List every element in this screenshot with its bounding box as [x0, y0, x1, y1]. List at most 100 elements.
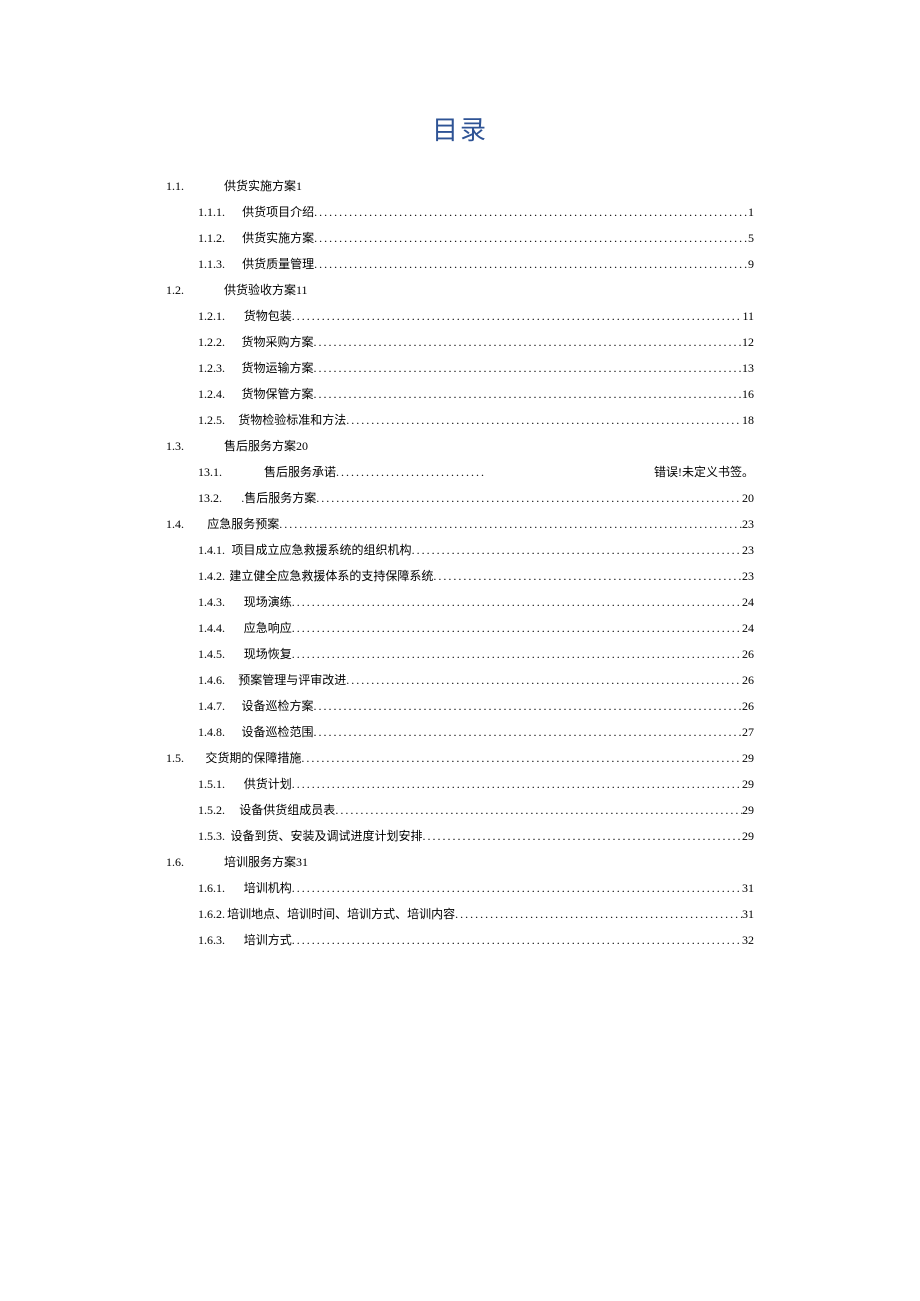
toc-container: 1.1.供货实施方案11.1.1.供货项目介绍11.1.2.供货实施方案51.1…: [166, 173, 754, 953]
toc-entry-label: 设备巡检范围: [242, 719, 314, 745]
toc-entry-page: 13: [742, 355, 754, 381]
toc-entry-number: 1.5.2.: [198, 797, 239, 823]
toc-entry[interactable]: 1.4.7.设备巡检方案26: [198, 693, 754, 719]
toc-leader-dots: [335, 797, 742, 823]
toc-error-text: 错误!未定义书签。: [654, 459, 754, 485]
toc-leader-dots: [279, 511, 742, 537]
toc-entry-number: 1.2.: [166, 277, 224, 303]
toc-leader-dots: [314, 199, 748, 225]
toc-entry[interactable]: 13.2..售后服务方案20: [198, 485, 754, 511]
toc-entry-page: 27: [742, 719, 754, 745]
toc-entry-label: 培训方式: [244, 927, 292, 953]
toc-entry-label: 货物包装: [244, 303, 292, 329]
toc-entry-page: 5: [748, 225, 754, 251]
toc-leader-dots: [292, 875, 742, 901]
toc-entry-label: 设备供货组成员表: [239, 797, 335, 823]
toc-entry[interactable]: 1.4.应急服务预案23: [166, 511, 754, 537]
toc-entry-label: 应急服务预案: [207, 511, 279, 537]
toc-entry[interactable]: 1.5.1.供货计划29: [198, 771, 754, 797]
toc-entry-number: 1.4.2.: [198, 563, 229, 589]
toc-entry[interactable]: 1.3.售后服务方案20: [166, 433, 754, 459]
toc-entry-label: 设备巡检方案: [242, 693, 314, 719]
toc-entry-label: 供货项目介绍: [242, 199, 314, 225]
toc-entry[interactable]: 1.2.供货验收方案11: [166, 277, 754, 303]
toc-entry-page: 9: [748, 251, 754, 277]
toc-entry-label: 交货期的保障措施: [205, 745, 301, 771]
toc-entry[interactable]: 1.4.3.现场演练24: [198, 589, 754, 615]
toc-entry[interactable]: 13.1.售后服务承诺.............................…: [198, 459, 754, 485]
toc-entry-page: 18: [742, 407, 754, 433]
toc-entry[interactable]: 1.4.4.应急响应24: [198, 615, 754, 641]
toc-entry[interactable]: 1.1.2.供货实施方案5: [198, 225, 754, 251]
toc-leader-dots: [292, 303, 743, 329]
toc-entry-label: 供货实施方案1: [224, 173, 302, 199]
toc-entry-label: 建立健全应急救援体系的支持保障系统: [229, 563, 433, 589]
toc-entry[interactable]: 1.1.3.供货质量管理9: [198, 251, 754, 277]
toc-entry-label: 培训服务方案31: [224, 849, 308, 875]
toc-entry[interactable]: 1.4.1.项目成立应急救援系统的组织机构23: [198, 537, 754, 563]
toc-entry[interactable]: 1.1.供货实施方案1: [166, 173, 754, 199]
toc-entry[interactable]: 1.2.1.货物包装11: [198, 303, 754, 329]
toc-entry-label: 培训机构: [244, 875, 292, 901]
toc-leader-dots: [292, 589, 742, 615]
toc-entry-page: 16: [742, 381, 754, 407]
toc-entry[interactable]: 1.2.2.货物采购方案12: [198, 329, 754, 355]
toc-entry-number: 1.5.1.: [198, 771, 244, 797]
toc-entry[interactable]: 1.5.2.设备供货组成员表 29: [198, 797, 754, 823]
toc-entry[interactable]: 1.5.3.设备到货、安装及调试进度计划安排 29: [198, 823, 754, 849]
toc-entry-number: 1.1.3.: [198, 251, 242, 277]
toc-entry-page: 24: [742, 615, 754, 641]
toc-entry-page: 24: [742, 589, 754, 615]
toc-entry-number: 1.6.1.: [198, 875, 244, 901]
toc-leader-dots: [292, 771, 742, 797]
toc-entry-page: 26: [742, 693, 754, 719]
toc-entry[interactable]: 1.4.5.现场恢复26: [198, 641, 754, 667]
toc-entry[interactable]: 1.4.6.预案管理与评审改进26: [198, 667, 754, 693]
toc-entry[interactable]: 1.1.1.供货项目介绍1: [198, 199, 754, 225]
toc-leader-dots: [455, 901, 742, 927]
toc-leader-dots: [301, 745, 742, 771]
toc-entry-page: 29: [742, 823, 754, 849]
toc-entry-label: 售后服务承诺: [264, 459, 336, 485]
toc-entry-number: 1.2.1.: [198, 303, 244, 329]
toc-entry-number: 1.4.8.: [198, 719, 242, 745]
toc-entry-page: 23: [742, 511, 754, 537]
toc-entry-label: 供货验收方案11: [224, 277, 308, 303]
toc-leader-dots: [346, 407, 742, 433]
toc-entry[interactable]: 1.2.5.货物检验标准和方法18: [198, 407, 754, 433]
toc-entry-number: 1.2.2.: [198, 329, 242, 355]
toc-entry-number: 1.3.: [166, 433, 224, 459]
toc-entry-page: 12: [742, 329, 754, 355]
toc-entry-label: 设备到货、安装及调试进度计划安排: [230, 823, 422, 849]
toc-entry[interactable]: 1.6.2.培训地点、培训时间、培训方式、培训内容31: [198, 901, 754, 927]
toc-entry[interactable]: 1.4.8.设备巡检范围 27: [198, 719, 754, 745]
toc-entry-page: 29: [742, 797, 754, 823]
toc-entry[interactable]: 1.2.3.货物运输方案 13: [198, 355, 754, 381]
toc-entry-number: 1.5.: [166, 745, 205, 771]
toc-leader-dots: [314, 329, 742, 355]
toc-entry-label: 货物保管方案: [242, 381, 314, 407]
toc-entry-label: 货物检验标准和方法: [238, 407, 346, 433]
toc-entry[interactable]: 1.2.4.货物保管方案16: [198, 381, 754, 407]
toc-entry-page: 23: [742, 537, 754, 563]
toc-entry-label: 应急响应: [244, 615, 292, 641]
toc-leader-dots: [314, 381, 742, 407]
toc-entry[interactable]: 1.5.交货期的保障措施29: [166, 745, 754, 771]
toc-entry[interactable]: 1.6.1.培训机构31: [198, 875, 754, 901]
toc-entry-number: 1.6.3.: [198, 927, 244, 953]
toc-leader-dots: [314, 251, 748, 277]
toc-entry-number: 1.5.3.: [198, 823, 230, 849]
toc-entry-number: 1.4.6.: [198, 667, 238, 693]
toc-leader-dots: [314, 719, 742, 745]
toc-entry-label: 现场恢复: [244, 641, 292, 667]
toc-entry[interactable]: 1.4.2.建立健全应急救援体系的支持保障系统23: [198, 563, 754, 589]
toc-entry-label: 现场演练: [244, 589, 292, 615]
toc-entry[interactable]: 1.6.3.培训方式32: [198, 927, 754, 953]
toc-leader-dots: [412, 537, 742, 563]
toc-leader-dots: [292, 641, 742, 667]
toc-entry-label: 项目成立应急救援系统的组织机构: [232, 537, 412, 563]
toc-entry-label: 货物运输方案: [242, 355, 314, 381]
toc-entry-number: 1.2.3.: [198, 355, 242, 381]
toc-entry-number: 1.1.2.: [198, 225, 242, 251]
toc-entry[interactable]: 1.6.培训服务方案31: [166, 849, 754, 875]
